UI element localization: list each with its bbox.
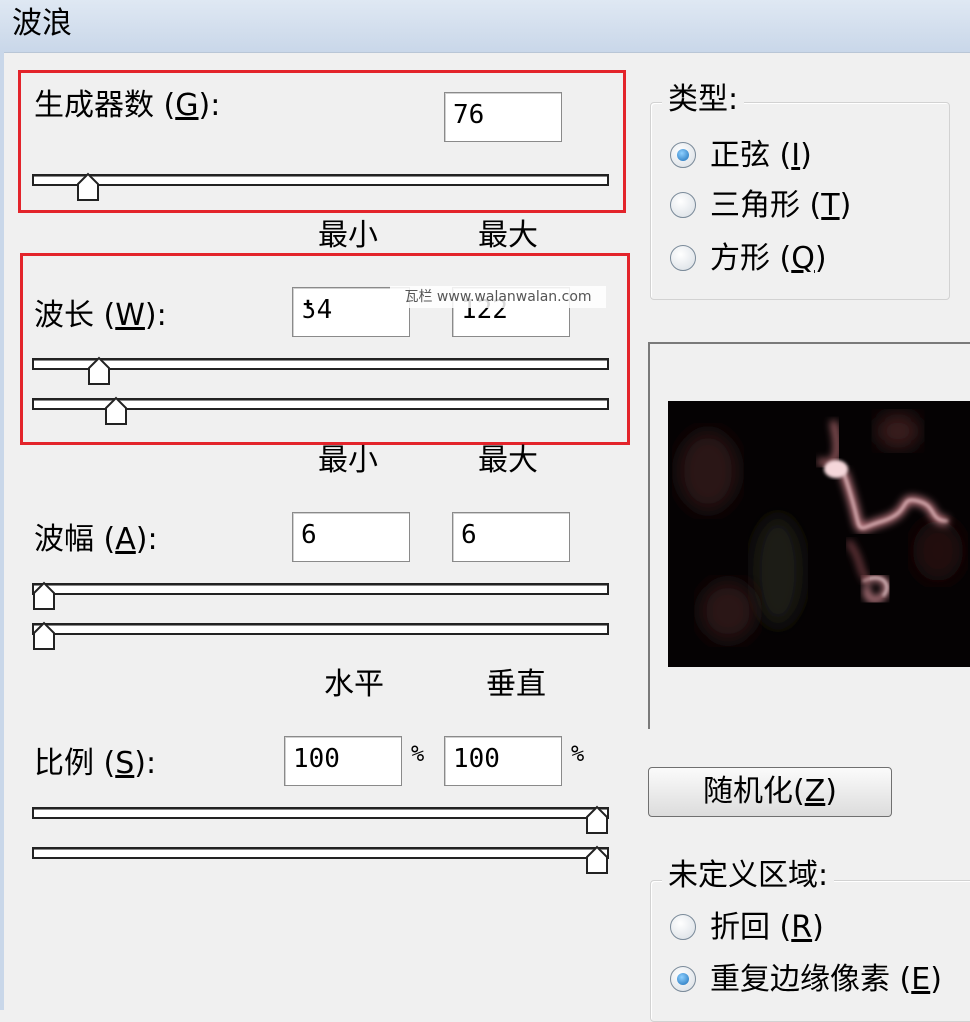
scale-horizontal-slider-thumb[interactable]	[585, 805, 609, 835]
repeat-edge-pixels-label: 重复边缘像素 (E)	[710, 962, 942, 997]
generators-slider-thumb[interactable]	[76, 172, 100, 202]
scale-label: 比例 (S):	[34, 746, 157, 781]
amplitude-max-slider-thumb[interactable]	[32, 621, 56, 651]
amplitude-min-input[interactable]: 6	[292, 512, 410, 562]
wavelength-min-slider-thumb[interactable]	[87, 356, 111, 386]
amplitude-max-input[interactable]: 6	[452, 512, 570, 562]
type-group-title: 类型:	[662, 82, 745, 118]
scale-vertical-slider-thumb[interactable]	[585, 845, 609, 875]
undefined-option-repeat-edge[interactable]: 重复边缘像素 (E)	[668, 962, 958, 1000]
scale-vertical-slider-track[interactable]	[32, 847, 609, 859]
generators-label: 生成器数 (G):	[34, 88, 221, 123]
wavelength-max-slider-thumb[interactable]	[104, 396, 128, 426]
wave-preview-image	[668, 401, 970, 667]
type-option-sine[interactable]: 正弦 (I)	[668, 138, 938, 176]
randomize-button[interactable]: 随机化(Z)	[648, 767, 892, 817]
type-option-square[interactable]: 方形 (Q)	[668, 241, 938, 279]
type-triangle-radio[interactable]	[670, 192, 696, 218]
undefined-area-group-title: 未定义区域:	[662, 858, 835, 894]
horizontal-column-header: 水平	[324, 667, 384, 702]
max-column-header: 最大	[478, 218, 538, 253]
type-sine-label: 正弦 (I)	[710, 138, 812, 173]
type-option-triangle[interactable]: 三角形 (T)	[668, 188, 938, 226]
scale-vertical-unit: %	[571, 742, 585, 767]
type-sine-radio[interactable]	[670, 142, 696, 168]
wrap-around-radio[interactable]	[670, 914, 696, 940]
min-column-header-2: 最小	[318, 443, 378, 478]
randomize-button-label: 随机化	[703, 774, 793, 809]
repeat-edge-pixels-radio[interactable]	[670, 966, 696, 992]
randomize-button-mnemonic: Z	[804, 774, 826, 809]
scale-vertical-input[interactable]: 100	[444, 736, 562, 786]
wavelength-min-slider-track[interactable]	[32, 358, 609, 370]
watermark-text: 瓦栏 www.walanwalan.com	[390, 286, 606, 308]
wave-preview-graphic	[668, 401, 970, 667]
amplitude-label: 波幅 (A):	[34, 522, 158, 557]
type-square-radio[interactable]	[670, 245, 696, 271]
undefined-option-wrap[interactable]: 折回 (R)	[668, 910, 958, 948]
type-square-label: 方形 (Q)	[710, 241, 827, 276]
generators-input[interactable]: 76	[444, 92, 562, 142]
scale-horizontal-unit: %	[411, 742, 425, 767]
min-column-header: 最小	[318, 218, 378, 253]
scale-horizontal-input[interactable]: 100	[284, 736, 402, 786]
wrap-around-label: 折回 (R)	[710, 910, 824, 945]
title-bar	[0, 0, 970, 53]
undefined-area-groupbox	[650, 880, 970, 1022]
max-column-header-2: 最大	[478, 443, 538, 478]
amplitude-max-slider-track[interactable]	[32, 623, 609, 635]
amplitude-min-slider-track[interactable]	[32, 583, 609, 595]
wavelength-label: 波长 (W):	[34, 298, 167, 333]
generators-slider-track[interactable]	[32, 174, 609, 186]
vertical-column-header: 垂直	[486, 667, 546, 702]
amplitude-min-slider-thumb[interactable]	[32, 581, 56, 611]
scale-horizontal-slider-track[interactable]	[32, 807, 609, 819]
type-triangle-label: 三角形 (T)	[710, 188, 852, 223]
window-title: 波浪	[12, 6, 72, 41]
